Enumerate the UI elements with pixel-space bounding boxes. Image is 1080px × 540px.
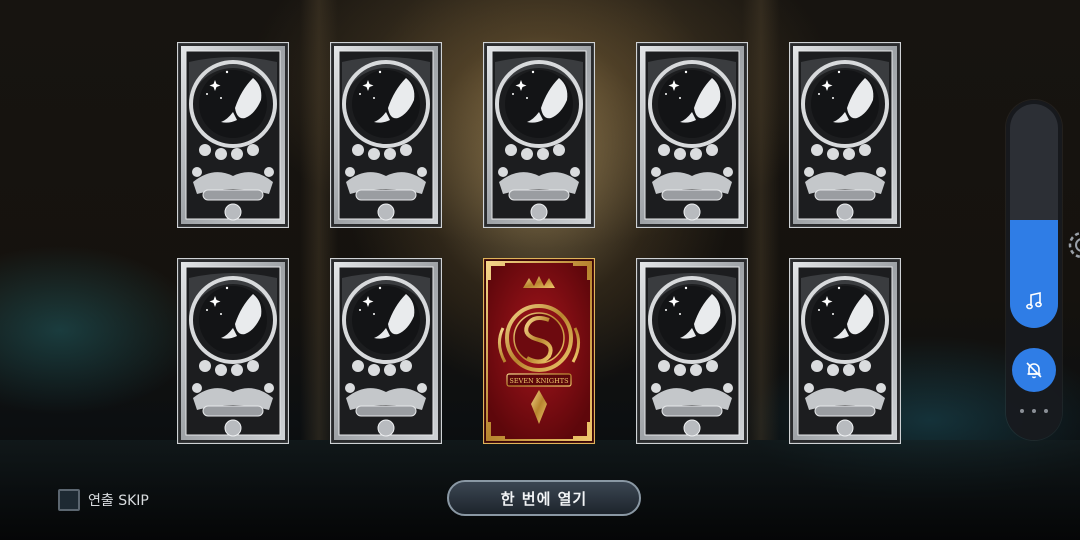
more-options-icon[interactable] [1020,406,1048,416]
card-back-4[interactable] [636,42,748,228]
bell-off-icon [1026,362,1042,379]
volume-level-fill [1010,220,1058,328]
skip-label: 연출 SKIP [88,493,149,509]
skip-animation-toggle[interactable]: 연출 SKIP [58,489,149,511]
card-draw-screen: SEVEN KNIGHTS 연출 SKIP 한 번에 열기 [0,0,1080,540]
skip-checkbox[interactable] [58,489,80,511]
card-back-2[interactable] [330,42,442,228]
card-back-6[interactable] [177,258,289,444]
card-back-9[interactable] [636,258,748,444]
card-back-7[interactable] [330,258,442,444]
open-all-button[interactable]: 한 번에 열기 [447,480,641,516]
notification-toggle-button[interactable] [1012,348,1056,392]
music-note-icon [1026,292,1042,310]
card-back-3[interactable] [483,42,595,228]
gear-icon[interactable] [1064,228,1080,262]
card-back-10[interactable] [789,258,901,444]
card-revealed-8[interactable]: SEVEN KNIGHTS [483,258,595,444]
card-back-5[interactable] [789,42,901,228]
card-back-1[interactable] [177,42,289,228]
card-emblem-text: SEVEN KNIGHTS [509,377,568,385]
